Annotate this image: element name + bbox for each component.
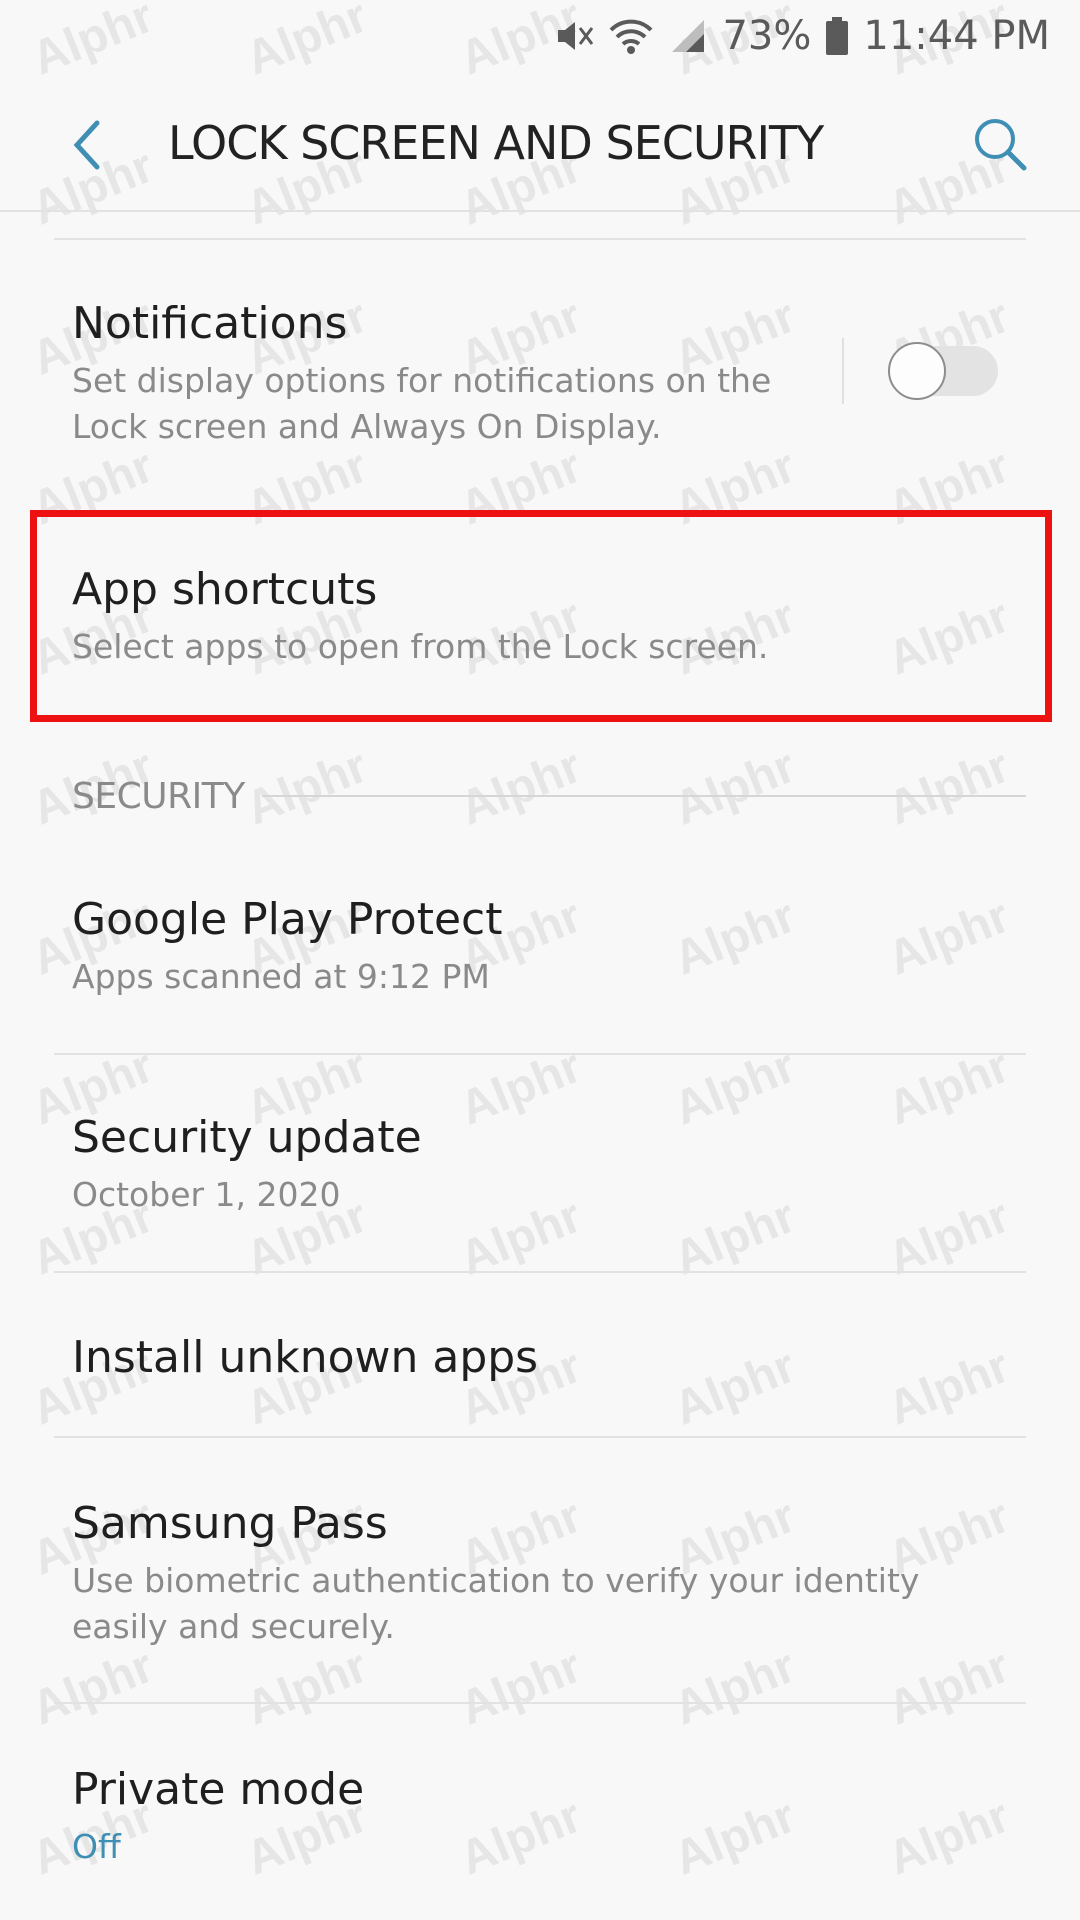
google-play-protect-title: Google Play Protect: [72, 894, 503, 945]
divider: [54, 1702, 1026, 1704]
settings-screen: Alphr Alphr Alphr Alphr Alphr Alphr Alphr Alphr…: [0, 0, 1080, 1920]
watermark-text: Alphr: [666, 739, 803, 836]
divider: [54, 1271, 1026, 1273]
watermark-text: Alphr: [24, 1639, 161, 1736]
security-update-subtitle: October 1, 2020: [72, 1175, 341, 1214]
app-shortcuts-subtitle: Select apps to open from the Lock screen…: [72, 627, 769, 666]
watermark-text: Alphr: [880, 1639, 1017, 1736]
notifications-subtitle: Set display options for notifications on…: [72, 361, 772, 446]
section-header-security: SECURITY: [72, 776, 245, 817]
app-shortcuts-title: App shortcuts: [72, 564, 378, 615]
samsung-pass-subtitle: Use biometric authentication to verify y…: [72, 1561, 920, 1646]
section-divider: [262, 795, 1026, 797]
install-unknown-apps-title: Install unknown apps: [72, 1332, 539, 1383]
clock: 11:44 PM: [863, 13, 1050, 59]
divider: [54, 1053, 1026, 1055]
private-mode-status: Off: [72, 1827, 121, 1866]
install-unknown-apps-item[interactable]: Install unknown apps: [0, 1330, 1080, 1386]
toggle-thumb: [888, 342, 946, 400]
mute-icon: [554, 16, 594, 56]
chevron-left-icon: [73, 120, 100, 170]
google-play-protect-subtitle: Apps scanned at 9:12 PM: [72, 957, 490, 996]
notifications-toggle[interactable]: [888, 342, 998, 400]
google-play-protect-item[interactable]: Google Play Protect Apps scanned at 9:12…: [0, 892, 1080, 1000]
watermark-text: Alphr: [238, 1639, 375, 1736]
samsung-pass-item[interactable]: Samsung Pass Use biometric authenticatio…: [0, 1496, 1080, 1650]
back-button[interactable]: [52, 110, 122, 180]
status-bar: 73% 11:44 PM: [0, 0, 1080, 72]
private-mode-title: Private mode: [72, 1764, 365, 1815]
watermark-text: Alphr: [666, 1639, 803, 1736]
search-icon: [975, 119, 1027, 171]
toggle-separator: [842, 338, 844, 404]
wifi-icon: [608, 16, 654, 56]
watermark-text: Alphr: [880, 739, 1017, 836]
watermark-text: Alphr: [452, 1639, 589, 1736]
security-update-item[interactable]: Security update October 1, 2020: [0, 1110, 1080, 1218]
samsung-pass-title: Samsung Pass: [72, 1498, 388, 1549]
signal-icon: [668, 16, 708, 56]
divider: [54, 1436, 1026, 1438]
app-bar: LOCK SCREEN AND SECURITY: [0, 80, 1080, 212]
watermark-text: Alphr: [238, 739, 375, 836]
private-mode-item[interactable]: Private mode Off: [0, 1762, 1080, 1870]
battery-percent: 73%: [722, 13, 812, 59]
app-shortcuts-item[interactable]: App shortcuts Select apps to open from t…: [0, 562, 1080, 682]
security-update-title: Security update: [72, 1112, 422, 1163]
watermark-text: Alphr: [452, 739, 589, 836]
page-title: LOCK SCREEN AND SECURITY: [168, 116, 824, 170]
divider: [54, 238, 1026, 240]
search-button[interactable]: [964, 108, 1036, 180]
battery-icon: [825, 16, 849, 56]
